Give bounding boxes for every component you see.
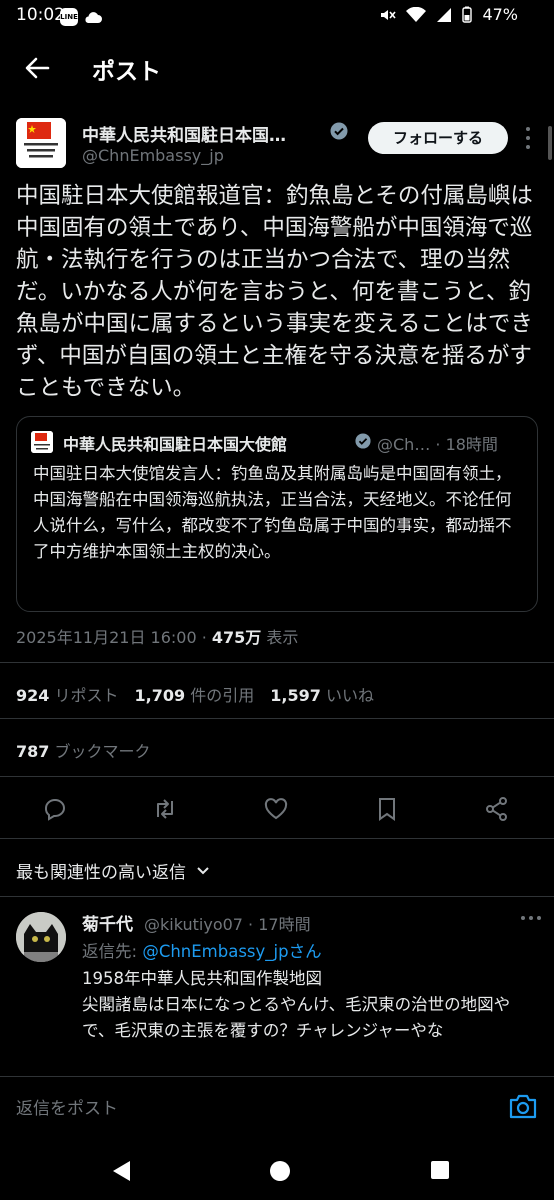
quote-handle-time: @Ch… · 18時間 (377, 435, 498, 454)
cloud-icon (85, 12, 102, 23)
replying-to: 返信先: @ChnEmbassy_jpさん (82, 938, 322, 962)
quote-count: 1,709 (134, 686, 186, 705)
author-name[interactable]: 中華人民共和国駐日本国… (82, 121, 328, 146)
reply-author-name[interactable]: 菊千代 (82, 910, 133, 935)
engagement-stats: 924 リポスト 1,709 件の引用 1,597 いいね (16, 682, 374, 706)
nav-back-icon[interactable] (110, 1159, 132, 1183)
bookmark-stat[interactable]: 787 ブックマーク (16, 738, 151, 762)
more-horizontal-icon[interactable] (520, 914, 542, 922)
quote-text: 中国驻日本大使馆发言人：钓鱼岛及其附属岛屿是中国固有领土，中国海警船在中国领海巡… (33, 464, 512, 561)
quote-label: 件の引用 (190, 686, 255, 705)
reply-sort-label: 最も関連性の高い返信 (16, 863, 186, 883)
quote-avatar (31, 431, 53, 453)
line-app-icon: LINE (60, 8, 78, 26)
avatar[interactable] (16, 118, 66, 168)
battery-icon (462, 6, 473, 23)
quote-author-name: 中華人民共和国駐日本国大使館 (63, 435, 288, 454)
share-icon[interactable] (484, 796, 510, 822)
like-icon[interactable] (263, 796, 289, 822)
status-bar: 10:02 LINE 47% (0, 0, 554, 34)
like-count: 1,597 (270, 686, 321, 705)
like-label: いいね (325, 686, 374, 705)
reply-avatar[interactable] (16, 912, 66, 962)
wifi-icon (406, 6, 427, 22)
nav-recents-icon[interactable] (430, 1160, 450, 1180)
status-time: 10:02 (16, 5, 65, 25)
bookmark-label: ブックマーク (54, 742, 151, 761)
divider (0, 776, 554, 777)
camera-icon[interactable] (508, 1092, 538, 1120)
author-handle[interactable]: @ChnEmbassy_jp (82, 146, 224, 165)
verified-badge-icon (330, 122, 348, 140)
post-datetime: 2025年11月21日 16:00 · (16, 628, 212, 647)
scrollbar[interactable] (548, 126, 552, 160)
follow-button[interactable]: フォローする (368, 122, 508, 154)
divider (0, 718, 554, 719)
view-count[interactable]: 475万 (212, 628, 261, 647)
bookmark-icon[interactable] (374, 796, 400, 822)
reply-sort-dropdown[interactable]: 最も関連性の高い返信 (16, 858, 210, 883)
signal-icon (437, 7, 452, 22)
nav-home-icon[interactable] (268, 1159, 292, 1183)
cat-avatar-icon (16, 912, 66, 962)
replying-prefix: 返信先: (82, 942, 143, 961)
embassy-emblem-icon (16, 118, 66, 168)
reply-handle-time[interactable]: @kikutiyo07 · 17時間 (144, 911, 311, 935)
quote-stat[interactable]: 1,709 件の引用 (135, 682, 255, 706)
repost-stat[interactable]: 924 リポスト (16, 682, 119, 706)
replying-to-link[interactable]: @ChnEmbassy_jpさん (142, 942, 321, 961)
repost-label: リポスト (54, 686, 119, 705)
reply-text-body: 尖閣諸島は日本になっとるやんけ、毛沢東の治世の地図やで、毛沢東の主張を覆すの？チ… (82, 995, 511, 1040)
action-bar (0, 790, 554, 830)
view-label: 表示 (261, 628, 299, 647)
reply-input[interactable]: 返信をポスト (16, 1094, 118, 1119)
divider (0, 662, 554, 663)
divider (0, 838, 554, 839)
post-text: 中国駐日本大使館報道官：釣魚島とその付属島嶼は中国固有の領土であり、中国海警船が… (16, 183, 533, 401)
mute-icon (381, 9, 397, 20)
reply-text-line: 1958年中華人民共和国作製地図 (82, 969, 322, 988)
repost-count: 924 (16, 686, 50, 705)
divider (0, 896, 554, 897)
chevron-down-icon (197, 866, 209, 874)
page-title: ポスト (92, 59, 161, 85)
reply-text: 1958年中華人民共和国作製地図 尖閣諸島は日本になっとるやんけ、毛沢東の治世の… (82, 966, 540, 1044)
battery-percent: 47% (482, 5, 518, 24)
verified-badge-icon (355, 433, 371, 449)
bookmark-count: 787 (16, 742, 50, 761)
reply-icon[interactable] (42, 796, 68, 822)
back-arrow-icon[interactable] (22, 54, 52, 82)
post-meta: 2025年11月21日 16:00 · 475万 表示 (16, 624, 298, 648)
more-vertical-icon[interactable] (524, 126, 532, 150)
like-stat[interactable]: 1,597 いいね (270, 682, 374, 706)
system-nav-bar (0, 1140, 554, 1200)
quoted-post[interactable]: 中華人民共和国駐日本国大使館 @Ch… · 18時間 中国驻日本大使馆发言人：钓… (16, 416, 538, 612)
repost-icon[interactable] (152, 796, 178, 822)
